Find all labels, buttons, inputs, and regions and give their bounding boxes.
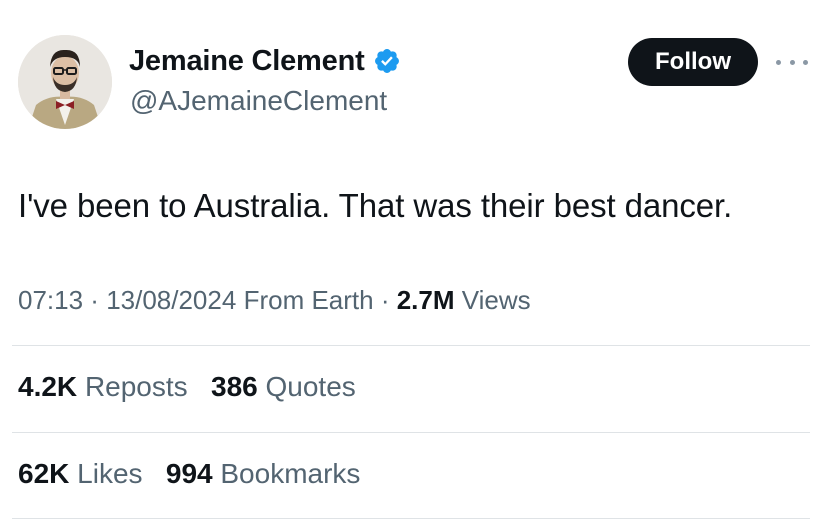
tweet-time[interactable]: 07:13	[18, 285, 83, 315]
tweet-meta: 07:13 · 13/08/2024 From Earth · 2.7M Vie…	[18, 283, 531, 317]
stats-row-reposts: 4.2K Reposts 386 Quotes	[18, 370, 356, 404]
more-dot	[803, 59, 808, 65]
quotes-count: 386	[211, 371, 258, 402]
meta-separator: ·	[83, 285, 107, 315]
divider	[12, 432, 810, 433]
follow-button[interactable]: Follow	[628, 38, 758, 86]
avatar-image	[18, 35, 112, 129]
meta-separator: ·	[373, 285, 397, 315]
quotes-label: Quotes	[265, 371, 356, 402]
reposts-label: Reposts	[84, 371, 188, 402]
quotes-stat[interactable]: 386 Quotes	[211, 371, 356, 402]
likes-count: 62K	[18, 458, 70, 489]
likes-stat[interactable]: 62K Likes	[18, 458, 143, 489]
views-label: Views	[461, 285, 531, 315]
bookmarks-label: Bookmarks	[220, 458, 361, 489]
more-dot	[789, 59, 795, 65]
tweet-date[interactable]: 13/08/2024	[106, 285, 236, 315]
more-dots-icon[interactable]	[776, 52, 808, 72]
stats-row-likes: 62K Likes 994 Bookmarks	[18, 457, 360, 491]
divider	[12, 345, 810, 346]
bookmarks-count: 994	[165, 458, 213, 489]
reposts-stat[interactable]: 4.2K Reposts	[18, 371, 188, 402]
avatar[interactable]	[18, 35, 112, 129]
author-handle[interactable]: @AJemaineClement	[130, 84, 387, 118]
bookmarks-stat[interactable]: 994 Bookmarks	[166, 458, 361, 489]
author-display-name[interactable]: Jemaine Clement	[129, 44, 365, 78]
likes-label: Likes	[77, 458, 143, 489]
more-dot	[776, 59, 781, 65]
reposts-count: 4.2K	[18, 371, 78, 402]
tweet-source: From Earth	[243, 285, 374, 315]
tweet-text: I've been to Australia. That was their b…	[18, 187, 733, 224]
author-name-row: Jemaine Clement	[129, 44, 401, 78]
verified-badge-icon	[373, 47, 401, 75]
views-count: 2.7M	[396, 285, 455, 315]
divider	[12, 518, 810, 519]
